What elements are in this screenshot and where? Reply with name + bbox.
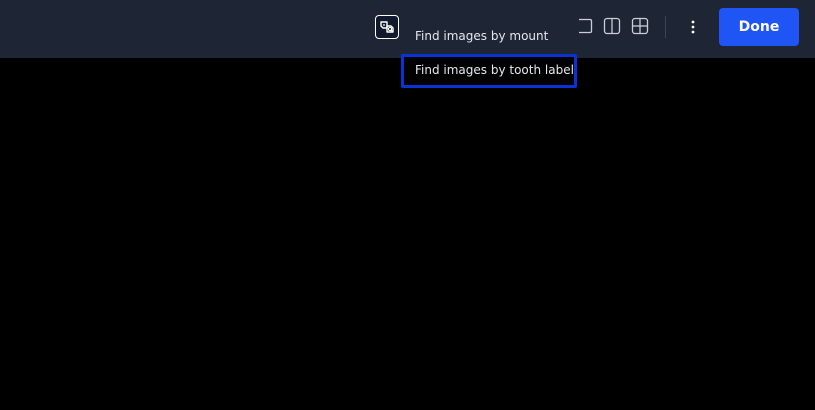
more-vertical-icon [691, 20, 695, 34]
find-by-mount-label: Find images by mount [415, 29, 549, 43]
find-by-tooth-label-option[interactable]: Find images by tooth label [401, 54, 577, 88]
two-column-layout-icon [603, 17, 621, 35]
single-layout-icon [579, 18, 593, 34]
more-options-button[interactable] [683, 17, 703, 37]
toolbar-divider [665, 16, 666, 38]
grid-layout-button[interactable] [631, 17, 649, 35]
app-window: Find images by mount Done Find images by… [0, 0, 815, 410]
done-button[interactable]: Done [719, 8, 799, 46]
two-column-layout-button[interactable] [603, 17, 621, 35]
single-layout-button[interactable] [576, 17, 594, 35]
find-images-button[interactable] [375, 15, 399, 39]
image-viewer[interactable] [0, 58, 815, 410]
grid-layout-icon [631, 17, 649, 35]
find-by-tooth-label-label: Find images by tooth label [415, 63, 574, 77]
find-images-icon [380, 21, 394, 33]
top-toolbar: Find images by mount Done [0, 0, 815, 58]
find-by-mount-option[interactable]: Find images by mount [415, 29, 548, 44]
